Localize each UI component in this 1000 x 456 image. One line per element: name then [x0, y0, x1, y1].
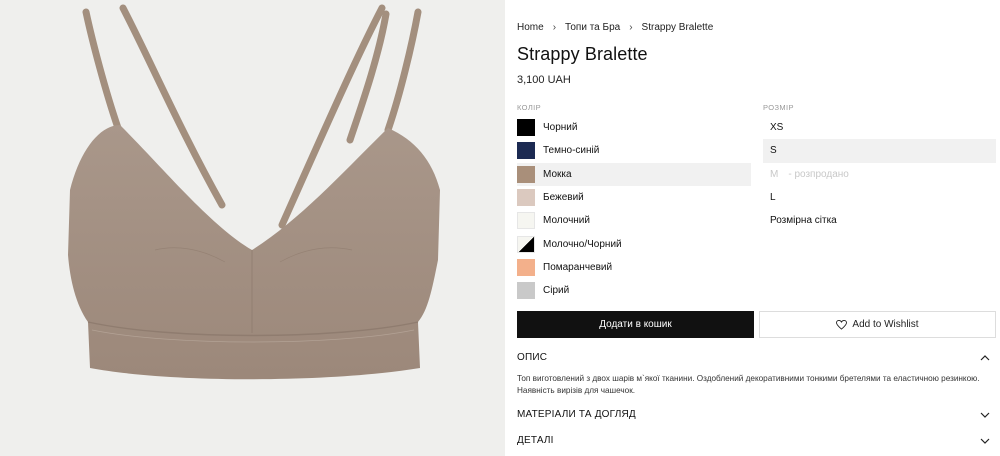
color-option-label: Помаранчевий — [543, 261, 613, 273]
chevron-down-icon — [980, 438, 990, 444]
size-label: РОЗМІР — [763, 103, 794, 112]
chevron-right-icon: › — [629, 22, 633, 33]
color-option-grey[interactable]: Сірий — [517, 279, 751, 302]
product-info: Home › Топи та Бра › Strappy Bralette St… — [517, 0, 996, 456]
color-option-milk[interactable]: Молочний — [517, 209, 751, 232]
color-option-label: Молочний — [543, 215, 590, 227]
accordion-materials-title: МАТЕРІАЛИ ТА ДОГЛЯД — [517, 409, 636, 420]
size-option-xs[interactable]: XS — [763, 116, 996, 139]
accordion-details-title: ДЕТАЛІ — [517, 435, 554, 446]
color-options: Чорний Темно-синій Мокка Бежевий Молочни… — [517, 116, 751, 302]
color-option-black[interactable]: Чорний — [517, 116, 751, 139]
size-option-m: M - розпродано — [763, 163, 996, 186]
heart-icon — [836, 319, 848, 330]
color-swatch — [517, 119, 535, 137]
bralette-illustration — [68, 4, 440, 380]
add-to-wishlist-button[interactable]: Add to Wishlist — [759, 311, 996, 338]
description-text: Топ виготовлений з двох шарів м`якої тка… — [517, 374, 980, 395]
size-option-label: S — [770, 145, 777, 157]
add-to-cart-button[interactable]: Додати в кошик — [517, 311, 754, 338]
breadcrumb-home[interactable]: Home — [517, 22, 544, 33]
accordion-description-title: ОПИС — [517, 352, 548, 363]
color-option-beige[interactable]: Бежевий — [517, 186, 751, 209]
size-option-label: XS — [770, 122, 784, 134]
size-chart-link[interactable]: Розмірна сітка — [763, 209, 996, 232]
size-option-l[interactable]: L — [763, 186, 996, 209]
color-option-label: Сірий — [543, 285, 570, 297]
soldout-note: - розпродано — [788, 168, 849, 180]
color-swatch — [517, 165, 535, 183]
breadcrumb: Home › Топи та Бра › Strappy Bralette — [517, 22, 713, 33]
color-option-label: Темно-синій — [543, 145, 600, 157]
chevron-down-icon — [980, 412, 990, 418]
size-chart-label: Розмірна сітка — [770, 215, 837, 227]
color-swatch — [517, 235, 535, 253]
accordion-details[interactable]: ДЕТАЛІ — [517, 435, 996, 446]
color-option-mocha[interactable]: Мокка — [517, 162, 751, 186]
color-option-label: Мокка — [543, 168, 572, 180]
breadcrumb-current: Strappy Bralette — [641, 22, 714, 33]
bralette-body — [68, 125, 440, 380]
color-swatch — [517, 282, 535, 300]
product-image — [0, 0, 505, 456]
product-title: Strappy Bralette — [517, 44, 648, 64]
color-swatch — [517, 212, 535, 230]
size-option-s[interactable]: S — [763, 139, 996, 163]
size-option-label: M — [770, 168, 779, 180]
wishlist-label: Add to Wishlist — [852, 319, 919, 330]
chevron-right-icon: › — [552, 22, 557, 33]
accordion-materials[interactable]: МАТЕРІАЛИ ТА ДОГЛЯД — [517, 409, 996, 420]
chevron-up-icon — [980, 354, 990, 360]
color-option-label: Молочно/Чорний — [543, 238, 622, 250]
color-option-navy[interactable]: Темно-синій — [517, 139, 751, 162]
breadcrumb-category[interactable]: Топи та Бра — [565, 22, 620, 33]
accordion-description[interactable]: ОПИС — [517, 352, 996, 363]
size-option-label: L — [770, 192, 776, 204]
color-swatch — [517, 258, 535, 276]
color-swatch — [517, 142, 535, 160]
color-swatch — [517, 189, 535, 207]
color-option-label: Чорний — [543, 122, 578, 134]
color-option-orange[interactable]: Помаранчевий — [517, 256, 751, 279]
size-options: XS S M - розпродано L Розмірна сітка — [763, 116, 996, 232]
product-price: 3,100 UAH — [517, 74, 571, 86]
color-label: КОЛІР — [517, 103, 542, 112]
color-option-milk-black[interactable]: Молочно/Чорний — [517, 232, 751, 255]
color-option-label: Бежевий — [543, 192, 584, 204]
